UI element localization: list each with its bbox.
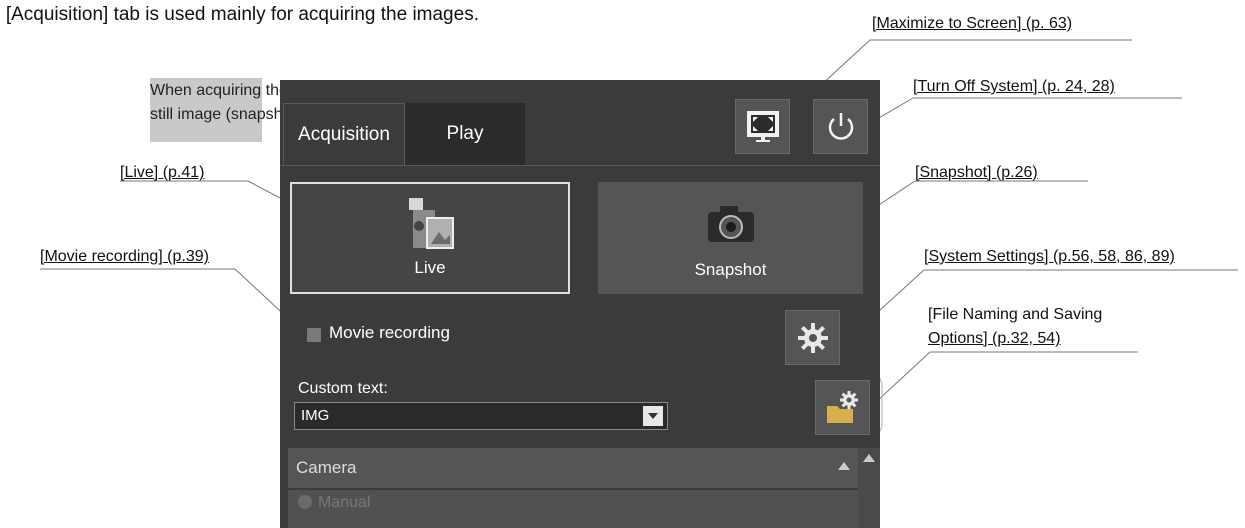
camera-section-header[interactable]: Camera [288, 448, 860, 488]
maximize-screen-icon [746, 110, 779, 142]
label-system-settings: [System Settings] (p.56, 58, 86, 89) [924, 248, 1175, 265]
scroll-up-icon[interactable] [863, 454, 875, 462]
turn-off-button[interactable] [813, 99, 868, 154]
folder-gear-icon [826, 390, 858, 423]
movie-recording-checkbox[interactable] [307, 328, 321, 342]
custom-text-select[interactable]: IMG [294, 402, 668, 430]
file-naming-button[interactable] [815, 380, 870, 435]
live-label: Live [414, 258, 446, 277]
system-settings-button[interactable] [785, 310, 840, 365]
label-maximize: [Maximize to Screen] (p. 63) [872, 15, 1073, 32]
camera-icon [707, 206, 754, 242]
power-icon [828, 112, 853, 140]
chevron-down-icon[interactable] [643, 406, 663, 426]
gear-icon [797, 322, 828, 353]
manual-option-label: Manual [318, 494, 371, 511]
label-file-naming-2: Options] (p.32, 54) [928, 330, 1061, 347]
label-file-naming-1: [File Naming and Saving [928, 306, 1103, 323]
manual-radio[interactable] [298, 495, 312, 509]
snapshot-button[interactable]: Snapshot [598, 182, 863, 294]
movie-recording-label[interactable]: Movie recording [329, 323, 450, 343]
label-live: [Live] (p.41) [120, 164, 205, 181]
tab-divider [280, 165, 880, 166]
acquisition-panel: Acquisition Play Live Snapshot Movie rec… [280, 80, 880, 528]
label-turn-off: [Turn Off System] (p. 24, 28) [913, 78, 1115, 95]
chevron-up-icon[interactable] [838, 462, 850, 470]
scrollbar[interactable] [858, 448, 880, 528]
label-snapshot: [Snapshot] (p.26) [915, 164, 1038, 181]
maximize-screen-button[interactable] [735, 99, 790, 154]
label-movie-recording: [Movie recording] (p.39) [40, 248, 209, 265]
camera-section-body: Manual [288, 490, 860, 528]
live-button[interactable]: Live [290, 182, 570, 294]
custom-text-value: IMG [301, 407, 330, 424]
camcorder-icon [409, 198, 454, 249]
tab-play[interactable]: Play [405, 103, 525, 165]
custom-text-label: Custom text: [298, 380, 388, 397]
snapshot-label: Snapshot [694, 260, 767, 279]
tab-acquisition[interactable]: Acquisition [283, 103, 405, 165]
camera-section-title: Camera [296, 458, 357, 477]
